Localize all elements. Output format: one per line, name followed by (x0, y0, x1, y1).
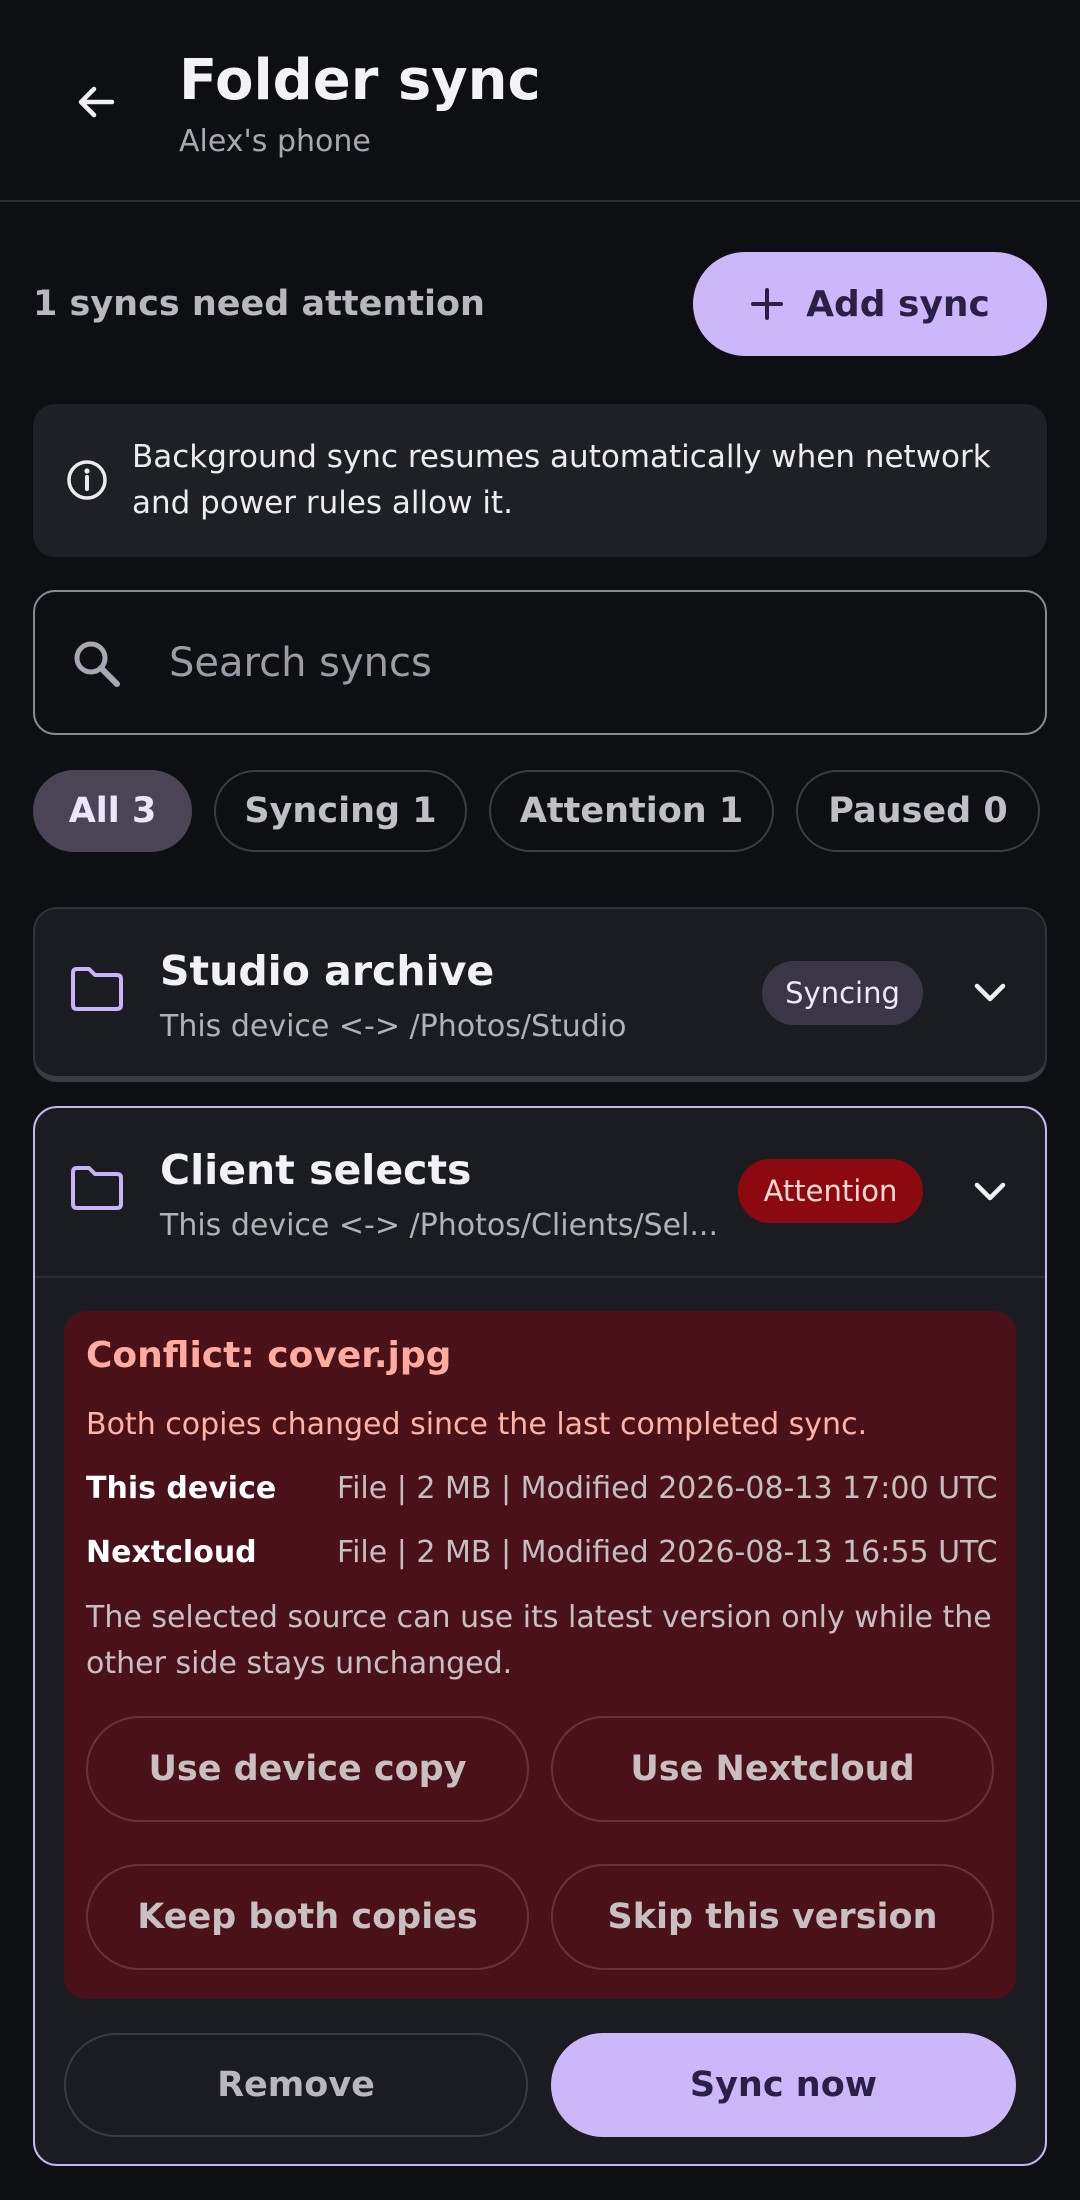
filter-chip-attention[interactable]: Attention 1 (489, 770, 774, 852)
attention-summary: 1 syncs need attention (33, 284, 485, 324)
conflict-row-value: File | 2 MB | Modified 2026-08-13 16:55 … (337, 1535, 998, 1570)
conflict-panel: Conflict: cover.jpg Both copies changed … (64, 1311, 1016, 1999)
info-banner: Background sync resumes automatically wh… (33, 404, 1047, 557)
sync-path: This device <-> /Photos/Clients/Sel... (160, 1208, 719, 1243)
use-nextcloud-button[interactable]: Use Nextcloud (551, 1716, 994, 1822)
search-box (33, 590, 1047, 735)
sync-now-button[interactable]: Sync now (551, 2033, 1016, 2137)
use-device-copy-button[interactable]: Use device copy (86, 1716, 529, 1822)
card-divider (35, 1276, 1045, 1278)
skip-this-version-button[interactable]: Skip this version (551, 1864, 994, 1970)
remove-button[interactable]: Remove (64, 2033, 528, 2137)
sync-name: Client selects (160, 1146, 472, 1194)
conflict-note: The selected source can use its latest v… (86, 1600, 992, 1681)
device-name: Alex's phone (179, 124, 371, 159)
keep-both-copies-button[interactable]: Keep both copies (86, 1864, 529, 1970)
expand-button[interactable] (965, 968, 1015, 1018)
back-button[interactable] (60, 66, 132, 138)
page-title: Folder sync (179, 48, 541, 113)
conflict-title: Conflict: cover.jpg (86, 1335, 452, 1376)
plus-icon (751, 288, 784, 320)
add-sync-button[interactable]: Add sync (693, 252, 1047, 356)
filter-chip-paused[interactable]: Paused 0 (796, 770, 1040, 852)
info-text: Background sync resumes automatically wh… (132, 439, 991, 521)
sync-name: Studio archive (160, 947, 495, 995)
conflict-description: Both copies changed since the last compl… (86, 1407, 868, 1442)
status-badge: Syncing (762, 961, 923, 1025)
info-icon (67, 460, 107, 500)
filter-chip-all[interactable]: All 3 (33, 770, 192, 852)
conflict-row-value: File | 2 MB | Modified 2026-08-13 17:00 … (337, 1471, 998, 1506)
sync-path: This device <-> /Photos/Studio (160, 1009, 627, 1044)
folder-icon (71, 967, 123, 1011)
app-bar: Folder sync Alex's phone (0, 0, 1080, 202)
search-icon (74, 641, 120, 687)
search-input[interactable] (169, 628, 1009, 698)
conflict-row-label: Nextcloud (86, 1535, 257, 1570)
chevron-down-icon (974, 983, 1006, 1002)
arrow-left-icon (78, 86, 115, 118)
filter-chip-syncing[interactable]: Syncing 1 (214, 770, 467, 852)
chevron-down-icon (974, 1182, 1006, 1201)
conflict-row-label: This device (86, 1471, 277, 1506)
add-sync-label: Add sync (806, 283, 990, 325)
sync-card-client-selects: Client selects This device <-> /Photos/C… (33, 1106, 1047, 2166)
collapse-button[interactable] (965, 1167, 1015, 1217)
folder-icon (71, 1166, 123, 1210)
status-badge: Attention (738, 1159, 923, 1223)
sync-card-studio-archive[interactable]: Studio archive This device <-> /Photos/S… (33, 907, 1047, 1082)
